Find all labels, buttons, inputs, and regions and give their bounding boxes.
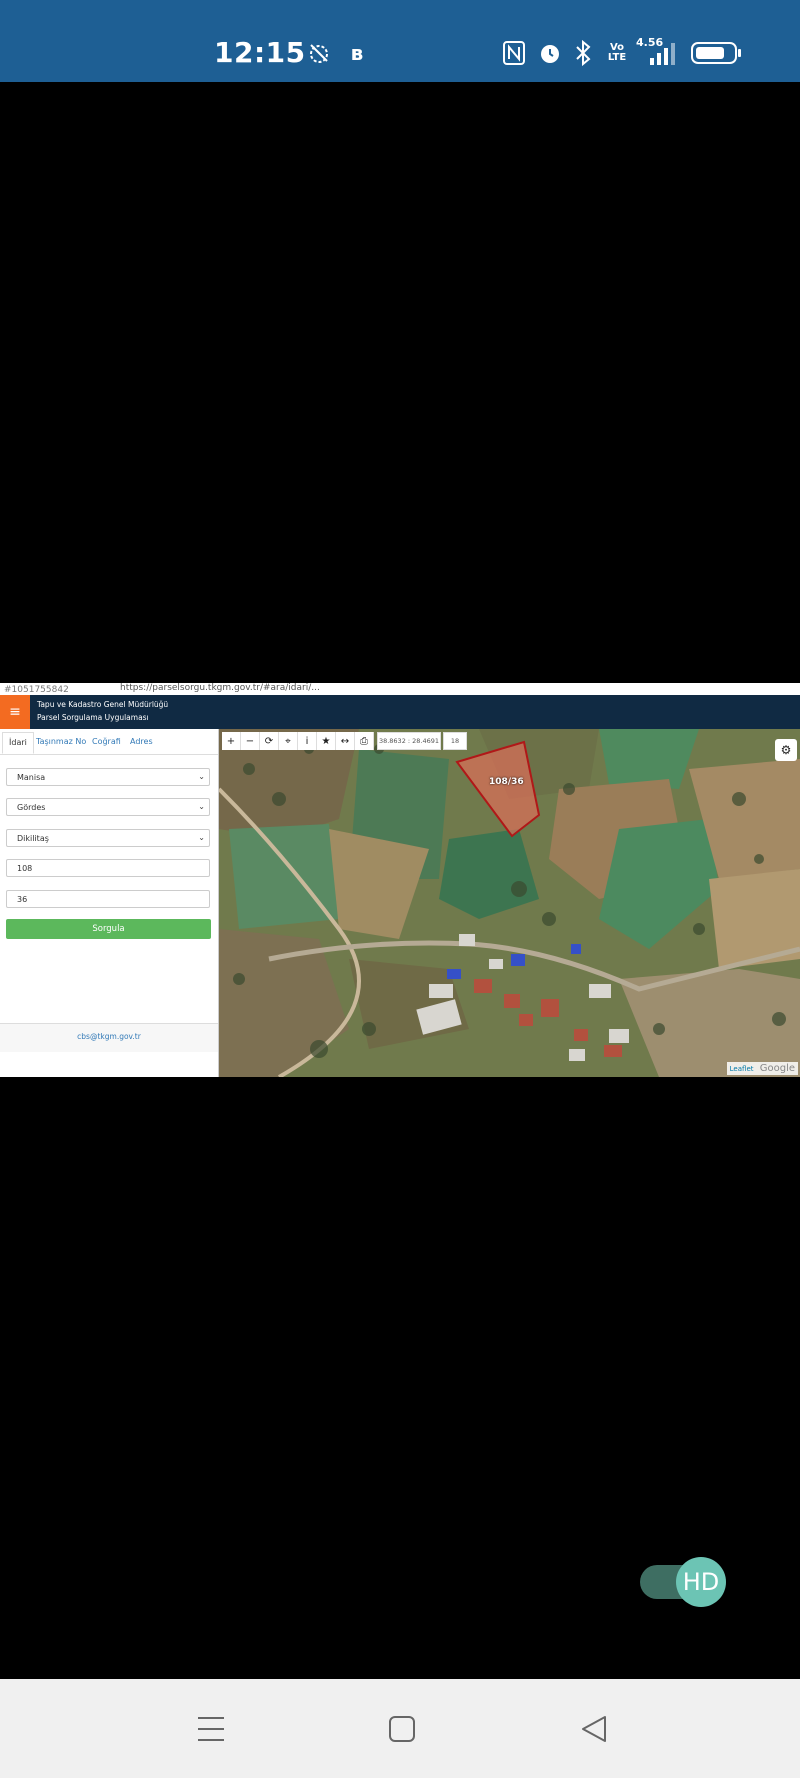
battery-icon <box>691 40 743 66</box>
sorgula-button[interactable]: Sorgula <box>6 919 211 939</box>
map-attribution: Leaflet Google <box>726 1062 798 1075</box>
tab-adres[interactable]: Adres <box>130 737 153 746</box>
nfc-icon <box>502 40 526 66</box>
zoom-level: 18 <box>443 732 467 750</box>
app-title: Tapu ve Kadastro Genel Müdürlüğü <box>37 700 169 709</box>
info-icon[interactable]: i <box>298 732 317 750</box>
il-select[interactable]: Manisa ⌄ <box>6 768 210 786</box>
alarm-icon <box>537 40 563 66</box>
zoom-out-icon[interactable]: − <box>241 732 260 750</box>
bluetooth-icon <box>572 40 594 66</box>
leaflet-link[interactable]: Leaflet <box>730 1065 754 1073</box>
ilce-select[interactable]: Gördes ⌄ <box>6 798 210 816</box>
refresh-icon[interactable]: ⟳ <box>260 732 279 750</box>
hd-toggle-knob: HD <box>676 1557 726 1607</box>
home-nav-icon[interactable] <box>382 1709 422 1749</box>
gear-icon[interactable]: ⚙ <box>775 739 797 761</box>
chevron-down-icon: ⌄ <box>198 772 205 781</box>
mahalle-value: Dikilitaş <box>17 834 49 843</box>
mahalle-select[interactable]: Dikilitaş ⌄ <box>6 829 210 847</box>
ada-value: 108 <box>17 864 33 873</box>
zoom-in-icon[interactable]: + <box>222 732 241 750</box>
query-tabs: İdari Taşınmaz No Coğrafi Adres <box>0 729 218 755</box>
tab-idari[interactable]: İdari <box>2 732 34 754</box>
chevron-down-icon: ⌄ <box>198 802 205 811</box>
menu-nav-icon[interactable] <box>191 1709 231 1749</box>
browser-url[interactable]: https://parselsorgu.tkgm.gov.tr/#ara/ida… <box>120 683 320 693</box>
coordinate-readout: 38.8632 : 28.4691 <box>377 732 441 750</box>
tab-cografi[interactable]: Coğrafi <box>92 737 121 746</box>
footer-email-link[interactable]: cbs@tkgm.gov.tr <box>0 1023 218 1052</box>
signal-icon: 4.56 <box>636 36 680 66</box>
status-bar: 12:15 ʙ Vo LTE 4.56 <box>0 0 800 82</box>
tab-tasinmaz-no[interactable]: Taşınmaz No <box>36 737 86 746</box>
star-icon[interactable]: ★ <box>317 732 336 750</box>
measure-icon[interactable]: ↔ <box>336 732 355 750</box>
browser-id-text: #1051755842 <box>4 685 69 695</box>
ilce-value: Gördes <box>17 803 46 812</box>
web-frame: #1051755842 https://parselsorgu.tkgm.gov… <box>0 683 800 1077</box>
network-speed: 4.56 <box>636 36 664 49</box>
hamburger-menu-icon[interactable]: ≡ <box>0 695 30 729</box>
print-icon[interactable]: ⎙ <box>355 732 374 750</box>
alarm-off-icon <box>306 40 332 66</box>
b-icon: ʙ <box>350 41 364 65</box>
hd-toggle[interactable]: HD <box>640 1557 730 1607</box>
app-subtitle: Parsel Sorgulama Uygulaması <box>37 713 149 722</box>
map-toolbar: + − ⟳ ⌖ i ★ ↔ ⎙ 38.8632 : 28.4691 18 <box>222 732 692 750</box>
parsel-input[interactable]: 36 <box>6 890 210 908</box>
il-value: Manisa <box>17 773 46 782</box>
volte-label: Vo LTE <box>607 42 627 63</box>
chevron-down-icon: ⌄ <box>198 833 205 842</box>
satellite-map[interactable]: 108/36 + − ⟳ ⌖ i ★ ↔ ⎙ 38.8632 : 28.4691… <box>219 729 800 1077</box>
ada-input[interactable]: 108 <box>6 859 210 877</box>
back-nav-icon[interactable] <box>574 1709 614 1749</box>
status-time: 12:15 <box>214 36 306 69</box>
query-sidebar: İdari Taşınmaz No Coğrafi Adres Manisa ⌄… <box>0 729 219 1077</box>
google-logo: Google <box>759 1063 795 1074</box>
system-nav-bar <box>0 1679 800 1778</box>
parcel-label: 108/36 <box>489 777 524 787</box>
volte-icon: Vo LTE <box>604 40 630 66</box>
app-header: ≡ Tapu ve Kadastro Genel Müdürlüğü Parse… <box>0 695 800 729</box>
parsel-value: 36 <box>17 895 28 904</box>
locate-icon[interactable]: ⌖ <box>279 732 298 750</box>
